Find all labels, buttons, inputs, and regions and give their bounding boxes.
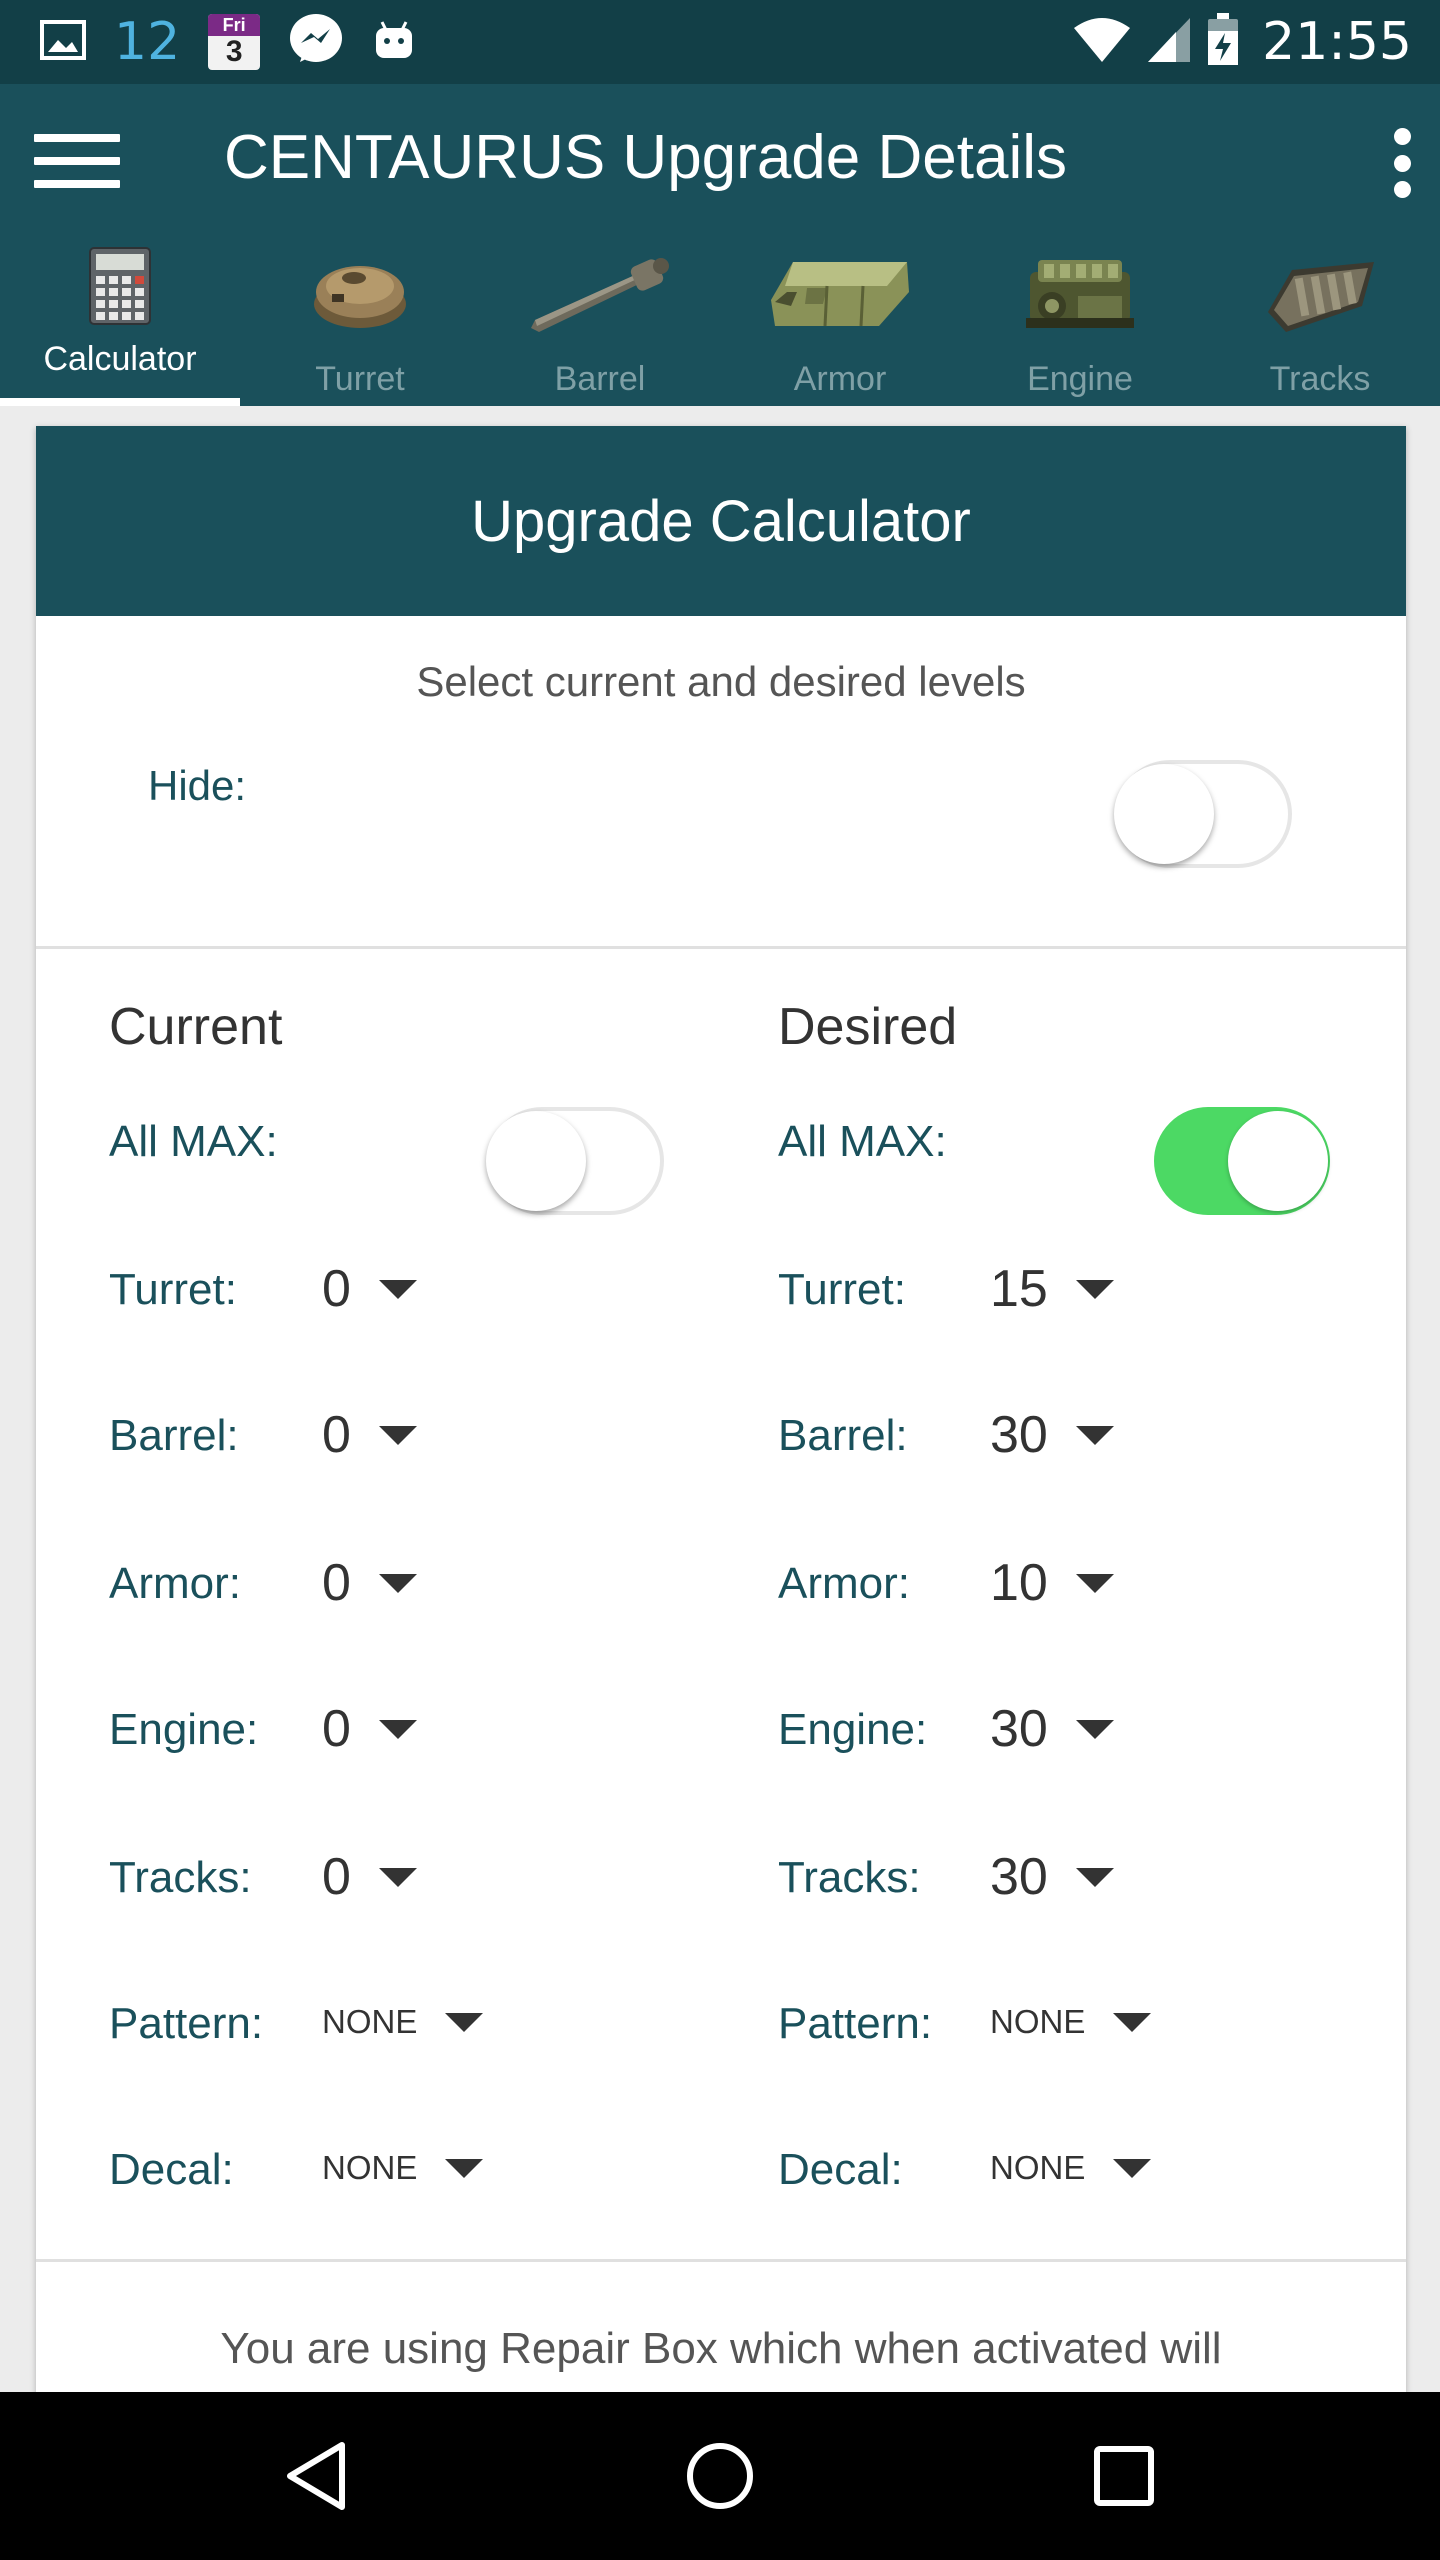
repair-box-info-text: You are using Repair Box which when acti… [220,2324,1222,2373]
clock: 21:55 [1262,12,1412,72]
android-icon [372,20,416,65]
hide-section: Select current and desired levels Hide: [36,616,1406,949]
dropdown-arrow-icon [378,1867,417,1887]
current-engine-label: Engine: [109,1705,259,1754]
dropdown-arrow-icon [1075,1573,1114,1593]
upgrade-calculator-card: Upgrade Calculator Select current and de… [36,426,1406,2526]
current-decal-dropdown[interactable]: NONE [322,2149,484,2187]
desired-pattern-dropdown[interactable]: NONE [990,2003,1152,2041]
desired-barrel-dropdown[interactable]: 30 [990,1405,1114,1465]
instruction-text: Select current and desired levels [416,658,1026,705]
current-all-max-label: All MAX: [109,1117,278,1166]
levels-section: Current All MAX: Turret: 0 Barrel: 0 Arm… [36,949,1406,2262]
calendar-day-name: Fri [208,14,261,36]
tab-barrel[interactable]: Barrel [480,234,720,406]
desired-all-max-toggle[interactable] [1154,1107,1330,1215]
desired-engine-dropdown[interactable]: 30 [990,1699,1114,1759]
desired-decal-label: Decal: [778,2145,903,2194]
tab-label: Tracks [1269,360,1371,398]
current-turret-dropdown[interactable]: 0 [322,1259,417,1319]
desired-armor-dropdown[interactable]: 10 [990,1553,1114,1613]
current-armor-dropdown[interactable]: 0 [322,1553,417,1613]
messenger-icon [288,12,344,73]
desired-armor-label: Armor: [778,1559,910,1608]
dropdown-arrow-icon [378,1573,417,1593]
current-pattern-label: Pattern: [109,1999,264,2048]
dropdown-arrow-icon [378,1719,417,1739]
home-icon[interactable] [660,2392,780,2560]
desired-engine-label: Engine: [778,1705,928,1754]
dropdown-arrow-icon [378,1425,417,1445]
current-turret-label: Turret: [109,1265,237,1314]
calendar-icon: Fri 3 [208,14,261,70]
current-barrel-label: Barrel: [109,1411,239,1460]
page-title: CENTAURUS Upgrade Details [224,123,1067,192]
dropdown-arrow-icon [1075,1719,1114,1739]
notification-count: 12 [114,12,181,72]
tab-armor[interactable]: Armor [720,234,960,406]
tab-bar: Calculator Turret Barrel Armor Engine Tr… [0,234,1440,406]
desired-heading: Desired [778,998,958,1056]
desired-barrel-label: Barrel: [778,1411,908,1460]
signal-icon [1146,16,1192,69]
current-barrel-dropdown[interactable]: 0 [322,1405,417,1465]
hide-toggle[interactable] [1114,760,1292,868]
tab-label: Engine [1027,360,1133,398]
dropdown-arrow-icon [445,2158,484,2178]
tab-engine[interactable]: Engine [960,234,1200,406]
calendar-day-number: 3 [225,35,243,68]
tab-label: Turret [315,360,405,398]
current-tracks-label: Tracks: [109,1853,252,1902]
dropdown-arrow-icon [445,2012,484,2032]
image-icon [40,19,86,65]
desired-decal-dropdown[interactable]: NONE [990,2149,1152,2187]
calculator-icon [88,246,152,331]
tab-label: Armor [793,360,887,398]
current-all-max-toggle[interactable] [486,1107,664,1215]
desired-turret-label: Turret: [778,1265,906,1314]
more-options-icon[interactable] [1392,128,1412,198]
status-bar: 12 Fri 3 21:55 [0,0,1440,84]
card-header: Upgrade Calculator [36,426,1406,616]
desired-tracks-dropdown[interactable]: 30 [990,1847,1114,1907]
recents-icon[interactable] [1064,2392,1184,2560]
current-tracks-dropdown[interactable]: 0 [322,1847,417,1907]
dropdown-arrow-icon [378,1279,417,1299]
engine-icon [1022,252,1138,341]
dropdown-arrow-icon [1075,1279,1114,1299]
turret-icon [310,252,410,337]
current-decal-label: Decal: [109,2145,234,2194]
desired-pattern-label: Pattern: [778,1999,933,2048]
tab-label: Calculator [43,340,197,378]
current-pattern-dropdown[interactable]: NONE [322,2003,484,2041]
battery-icon [1206,12,1240,72]
tab-turret[interactable]: Turret [240,234,480,406]
tracks-icon [1262,256,1378,341]
armor-icon [767,252,913,337]
hide-label: Hide: [148,762,247,809]
desired-tracks-label: Tracks: [778,1853,921,1902]
wifi-icon [1072,16,1132,69]
tab-calculator[interactable]: Calculator [0,234,240,406]
current-heading: Current [109,998,283,1056]
menu-icon[interactable] [34,134,120,190]
desired-turret-dropdown[interactable]: 15 [990,1259,1114,1319]
card-title: Upgrade Calculator [471,488,971,554]
current-engine-dropdown[interactable]: 0 [322,1699,417,1759]
barrel-icon [525,254,675,339]
dropdown-arrow-icon [1075,1425,1114,1445]
current-armor-label: Armor: [109,1559,241,1608]
dropdown-arrow-icon [1075,1867,1114,1887]
desired-all-max-label: All MAX: [778,1117,947,1166]
tab-tracks[interactable]: Tracks [1200,234,1440,406]
active-tab-indicator [0,398,240,406]
back-icon[interactable] [256,2392,376,2560]
app-bar: CENTAURUS Upgrade Details [0,84,1440,234]
dropdown-arrow-icon [1113,2158,1152,2178]
tab-label: Barrel [554,360,646,398]
navigation-bar [0,2392,1440,2560]
dropdown-arrow-icon [1113,2012,1152,2032]
